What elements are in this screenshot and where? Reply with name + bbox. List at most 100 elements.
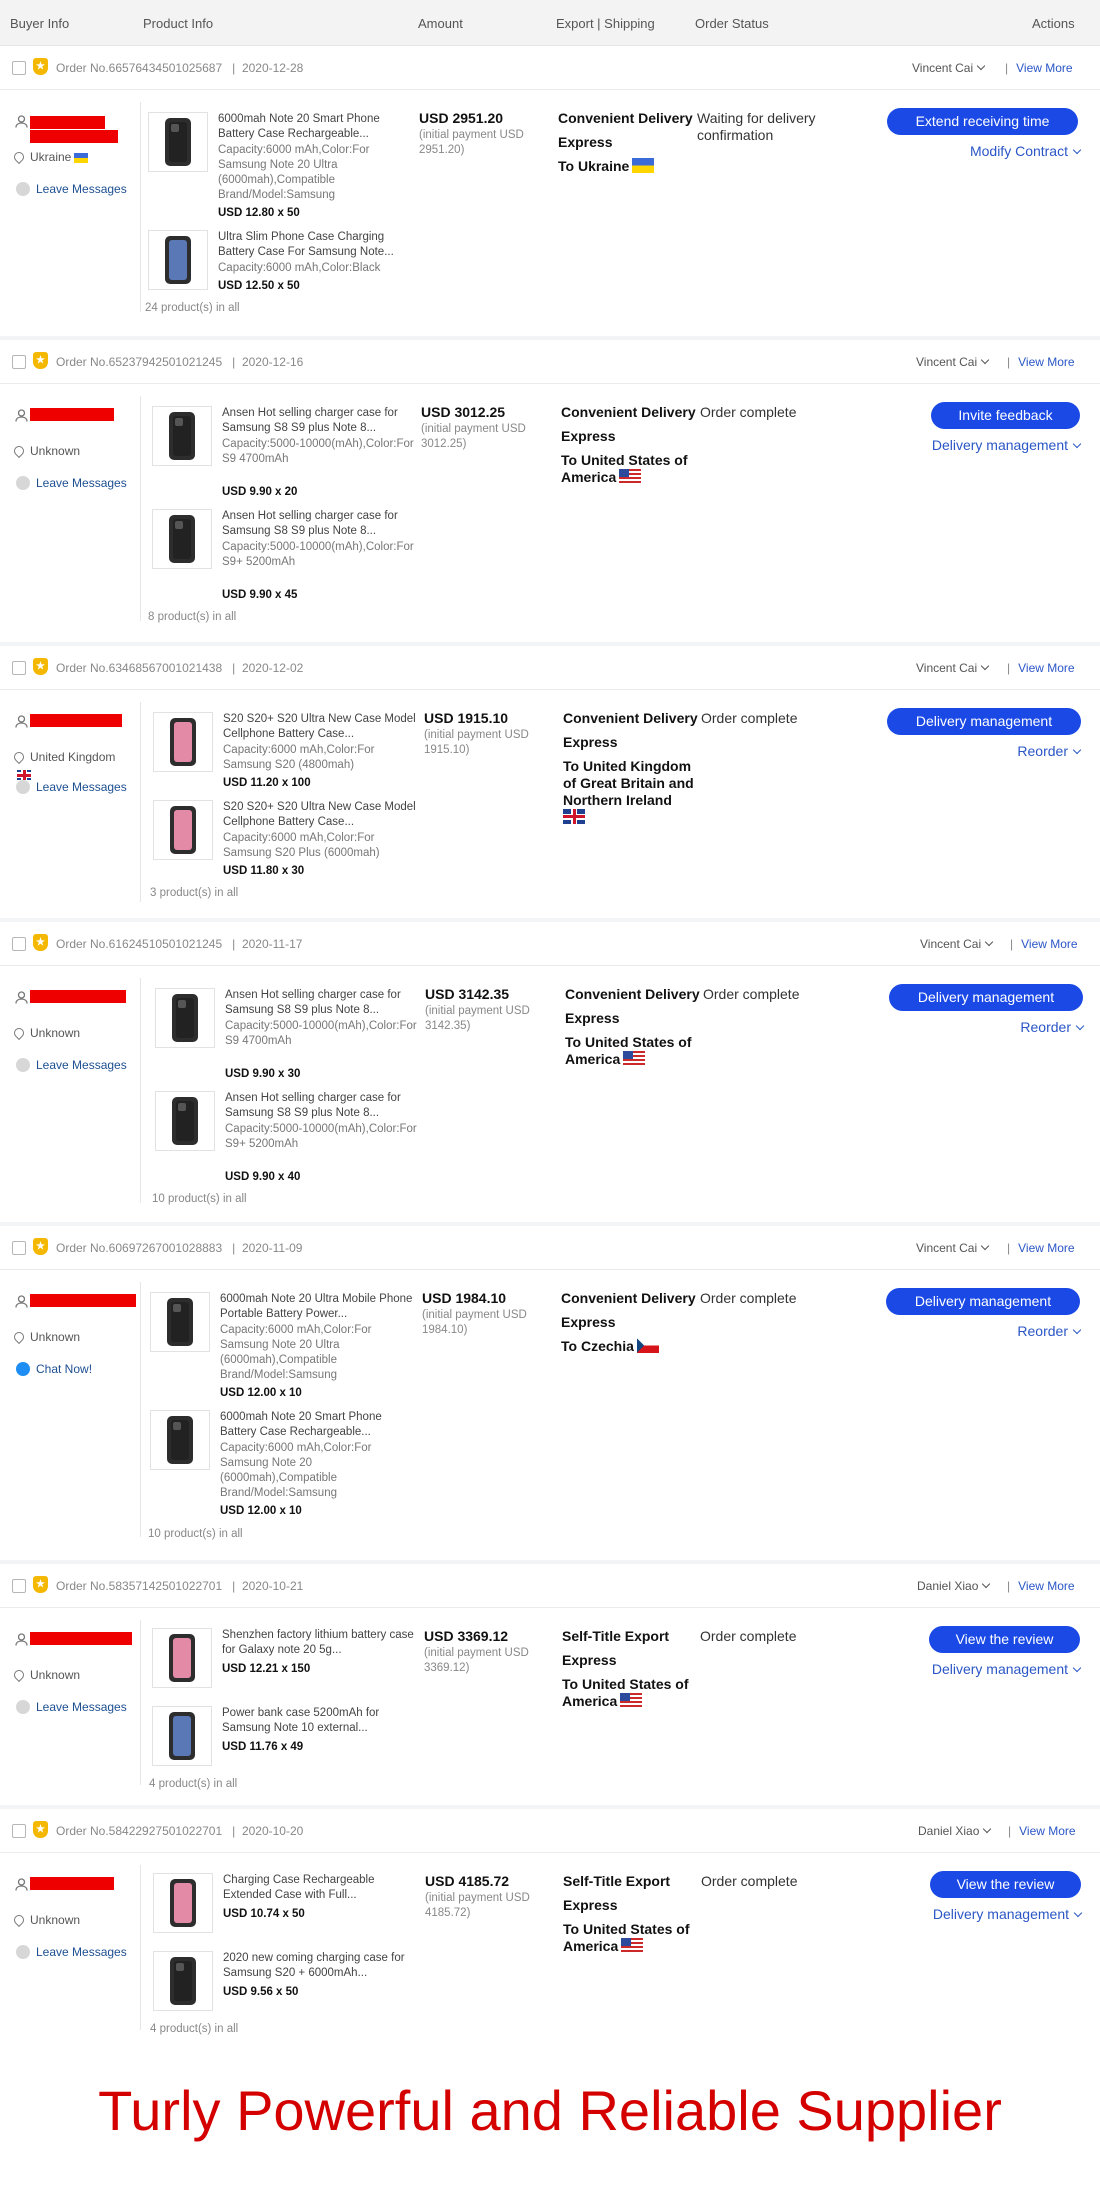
product-thumbnail[interactable]: [152, 406, 212, 466]
message-icon: [16, 182, 30, 196]
product-title[interactable]: Power bank case 5200mAh for Samsung Note…: [222, 1706, 417, 1736]
order-checkbox[interactable]: [12, 61, 26, 75]
message-icon: [16, 1945, 30, 1959]
product-price: USD 12.00 x 10: [220, 1505, 302, 1517]
product-title[interactable]: 6000mah Note 20 Smart Phone Battery Case…: [218, 112, 413, 142]
order-checkbox[interactable]: [12, 1241, 26, 1255]
view-more-link[interactable]: | View More: [1007, 355, 1075, 369]
product-spec: Capacity:6000 mAh,Color:Black: [218, 262, 381, 274]
product-title[interactable]: 2020 new coming charging case for Samsun…: [223, 1951, 418, 1981]
seller-dropdown[interactable]: Vincent Cai: [920, 937, 994, 951]
product-title[interactable]: Ansen Hot selling charger case for Samsu…: [222, 509, 417, 539]
modify-contract-link[interactable]: Modify Contract: [970, 143, 1082, 159]
divider: [140, 102, 141, 312]
product-thumbnail[interactable]: [155, 1091, 215, 1151]
chevron-down-icon: [1072, 1663, 1082, 1673]
view-the-review-button[interactable]: View the review: [929, 1626, 1080, 1653]
order-number-line: Order No.58422927501022701 | 2020-10-20: [56, 1824, 304, 1838]
order-amount: USD 1984.10 (initial payment USD 1984.10…: [422, 1290, 527, 1336]
order-checkbox[interactable]: [12, 1579, 26, 1593]
view-more-link[interactable]: | View More: [1007, 1241, 1075, 1255]
buyer-location: Unknown: [11, 443, 80, 459]
seller-dropdown[interactable]: Vincent Cai: [916, 1241, 990, 1255]
order-checkbox[interactable]: [12, 661, 26, 675]
product-thumbnail[interactable]: [150, 1410, 210, 1470]
product-thumbnail[interactable]: [152, 509, 212, 569]
product-title[interactable]: S20 S20+ S20 Ultra New Case Model Cellph…: [223, 712, 418, 742]
order-status: Order complete: [700, 1628, 797, 1644]
product-title[interactable]: S20 S20+ S20 Ultra New Case Model Cellph…: [223, 800, 418, 830]
product-title[interactable]: Shenzhen factory lithium battery case fo…: [222, 1628, 417, 1658]
product-title[interactable]: Ansen Hot selling charger case for Samsu…: [225, 988, 420, 1018]
reorder-link[interactable]: Reorder: [1017, 1323, 1082, 1339]
delivery-management-link[interactable]: Delivery management: [932, 437, 1082, 453]
product-thumbnail[interactable]: [153, 800, 213, 860]
product-title[interactable]: Charging Case Rechargeable Extended Case…: [223, 1873, 418, 1903]
extend-receiving-time-button[interactable]: Extend receiving time: [887, 108, 1078, 135]
product-thumbnail[interactable]: [148, 230, 208, 290]
order-checkbox[interactable]: [12, 355, 26, 369]
buyer-location: Unknown: [11, 1667, 80, 1683]
product-title[interactable]: 6000mah Note 20 Smart Phone Battery Case…: [220, 1410, 415, 1440]
message-icon: [16, 780, 30, 794]
reorder-link[interactable]: Reorder: [1017, 743, 1082, 759]
delivery-management-link[interactable]: Delivery management: [933, 1906, 1083, 1922]
product-spec: Capacity:5000-10000(mAh),Color:For S9 47…: [225, 1020, 417, 1047]
delivery-management-button[interactable]: Delivery management: [889, 984, 1083, 1011]
order-card: ★ Order No.65237942501021245 | 2020-12-1…: [0, 340, 1100, 646]
divider: [140, 1620, 141, 1785]
invite-feedback-button[interactable]: Invite feedback: [931, 402, 1080, 429]
view-the-review-button[interactable]: View the review: [930, 1871, 1081, 1898]
order-checkbox[interactable]: [12, 1824, 26, 1838]
order-amount: USD 3012.25 (initial payment USD 3012.25…: [421, 404, 526, 450]
gold-medal-icon: ★: [33, 658, 48, 675]
leave-messages-link[interactable]: Leave Messages: [16, 476, 127, 490]
delivery-management-button[interactable]: Delivery management: [886, 1288, 1080, 1315]
product-thumbnail[interactable]: [153, 712, 213, 772]
leave-messages-link[interactable]: Leave Messages: [16, 182, 127, 196]
product-thumbnail[interactable]: [155, 988, 215, 1048]
slogan-banner: Turly Powerful and Reliable Supplier: [98, 2079, 1002, 2142]
view-more-link[interactable]: | View More: [1008, 1824, 1076, 1838]
chat-now-link[interactable]: Chat Now!: [16, 1362, 92, 1376]
redacted-buyer-name: [30, 116, 105, 129]
view-more-link[interactable]: | View More: [1010, 937, 1078, 951]
leave-messages-link[interactable]: Leave Messages: [16, 780, 127, 794]
czechia-flag-icon: [636, 1338, 659, 1353]
leave-messages-link[interactable]: Leave Messages: [16, 1058, 127, 1072]
delivery-management-button[interactable]: Delivery management: [887, 708, 1081, 735]
seller-dropdown[interactable]: Daniel Xiao: [917, 1579, 991, 1593]
shipping-info: Convenient Delivery Express To United St…: [561, 404, 696, 485]
order-status: Waiting for delivery confirmation: [697, 110, 816, 143]
product-thumbnail[interactable]: [152, 1628, 212, 1688]
product-price: USD 11.76 x 49: [222, 1741, 304, 1753]
seller-dropdown[interactable]: Vincent Cai: [916, 355, 990, 369]
product-thumbnail[interactable]: [153, 1873, 213, 1933]
phone-case-image: [165, 236, 191, 284]
order-header: ★ Order No.66576434501025687 | 2020-12-2…: [0, 46, 1100, 90]
delivery-management-link[interactable]: Delivery management: [932, 1661, 1082, 1677]
order-header: ★ Order No.63468567001021438 | 2020-12-0…: [0, 646, 1100, 690]
product-title[interactable]: 6000mah Note 20 Ultra Mobile Phone Porta…: [220, 1292, 415, 1322]
seller-dropdown[interactable]: Daniel Xiao: [918, 1824, 992, 1838]
buyer-location: Unknown: [11, 1912, 80, 1928]
product-title[interactable]: Ultra Slim Phone Case Charging Battery C…: [218, 230, 413, 260]
seller-dropdown[interactable]: Vincent Cai: [912, 61, 986, 75]
product-thumbnail[interactable]: [148, 112, 208, 172]
leave-messages-link[interactable]: Leave Messages: [16, 1945, 127, 1959]
reorder-link[interactable]: Reorder: [1020, 1019, 1085, 1035]
view-more-link[interactable]: | View More: [1007, 1579, 1075, 1593]
order-checkbox[interactable]: [12, 937, 26, 951]
product-thumbnail[interactable]: [152, 1706, 212, 1766]
product-title[interactable]: Ansen Hot selling charger case for Samsu…: [222, 406, 417, 436]
product-count: 24 product(s) in all: [145, 302, 240, 314]
order-status: Order complete: [703, 986, 800, 1002]
view-more-link[interactable]: | View More: [1005, 61, 1073, 75]
view-more-link[interactable]: | View More: [1007, 661, 1075, 675]
product-title[interactable]: Ansen Hot selling charger case for Samsu…: [225, 1091, 420, 1121]
leave-messages-link[interactable]: Leave Messages: [16, 1700, 127, 1714]
product-thumbnail[interactable]: [153, 1951, 213, 2011]
product-thumbnail[interactable]: [150, 1292, 210, 1352]
seller-dropdown[interactable]: Vincent Cai: [916, 661, 990, 675]
message-icon: [16, 1700, 30, 1714]
